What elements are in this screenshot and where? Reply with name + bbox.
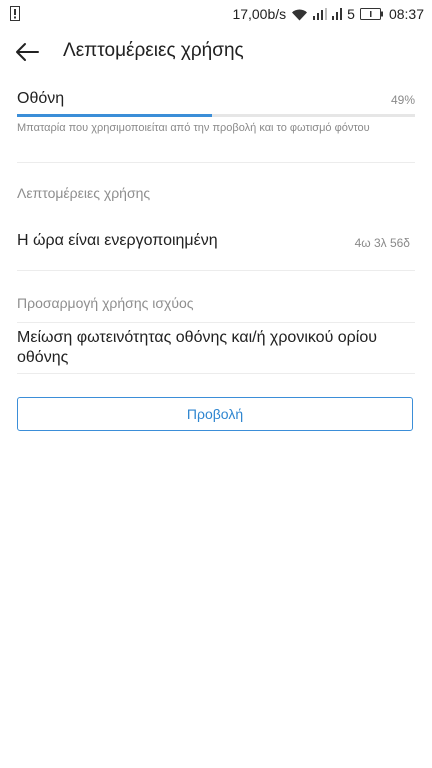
divider [17, 270, 415, 271]
notification-icon [10, 6, 20, 21]
time-on-value: 4ω 3λ 56δ [354, 236, 410, 250]
view-button[interactable]: Προβολή [17, 397, 413, 431]
clock: 08:37 [388, 6, 424, 22]
usage-item-screen: Οθόνη 49% Μπαταρία που χρησιμοποιείται α… [0, 86, 432, 158]
sim-slot: 5 [347, 6, 355, 22]
signal-icon [313, 8, 328, 20]
usage-item-name: Οθόνη [17, 90, 65, 107]
page-title: Λεπτομέρειες χρήσης [63, 40, 244, 61]
usage-item-description: Μπαταρία που χρησιμοποιείται από την προ… [17, 122, 370, 134]
usage-progress-fill [17, 114, 213, 117]
divider [17, 373, 415, 374]
section-header-power-adjust: Προσαρμογή χρήσης ισχύος [17, 295, 194, 311]
status-bar: 17,00b/s 5 08:37 [0, 0, 432, 28]
usage-progress-bar [17, 114, 415, 117]
signal-secondary-icon [332, 8, 343, 20]
back-arrow-icon [16, 43, 39, 61]
divider [17, 322, 415, 323]
power-saving-tip: Μείωση φωτεινότητας οθόνης και/ή χρονικο… [17, 329, 377, 366]
battery-icon [359, 8, 384, 20]
divider [17, 162, 415, 163]
usage-item-percent: 49% [390, 93, 415, 107]
network-speed: 17,00b/s [232, 6, 287, 22]
back-button[interactable] [10, 36, 44, 68]
section-header-usage-details: Λεπτομέρειες χρήσης [17, 185, 151, 201]
app-bar: Λεπτομέρειες χρήσης [0, 28, 432, 76]
wifi-icon [291, 8, 308, 21]
time-on-label: Η ώρα είναι ενεργοποιημένη [17, 232, 218, 249]
